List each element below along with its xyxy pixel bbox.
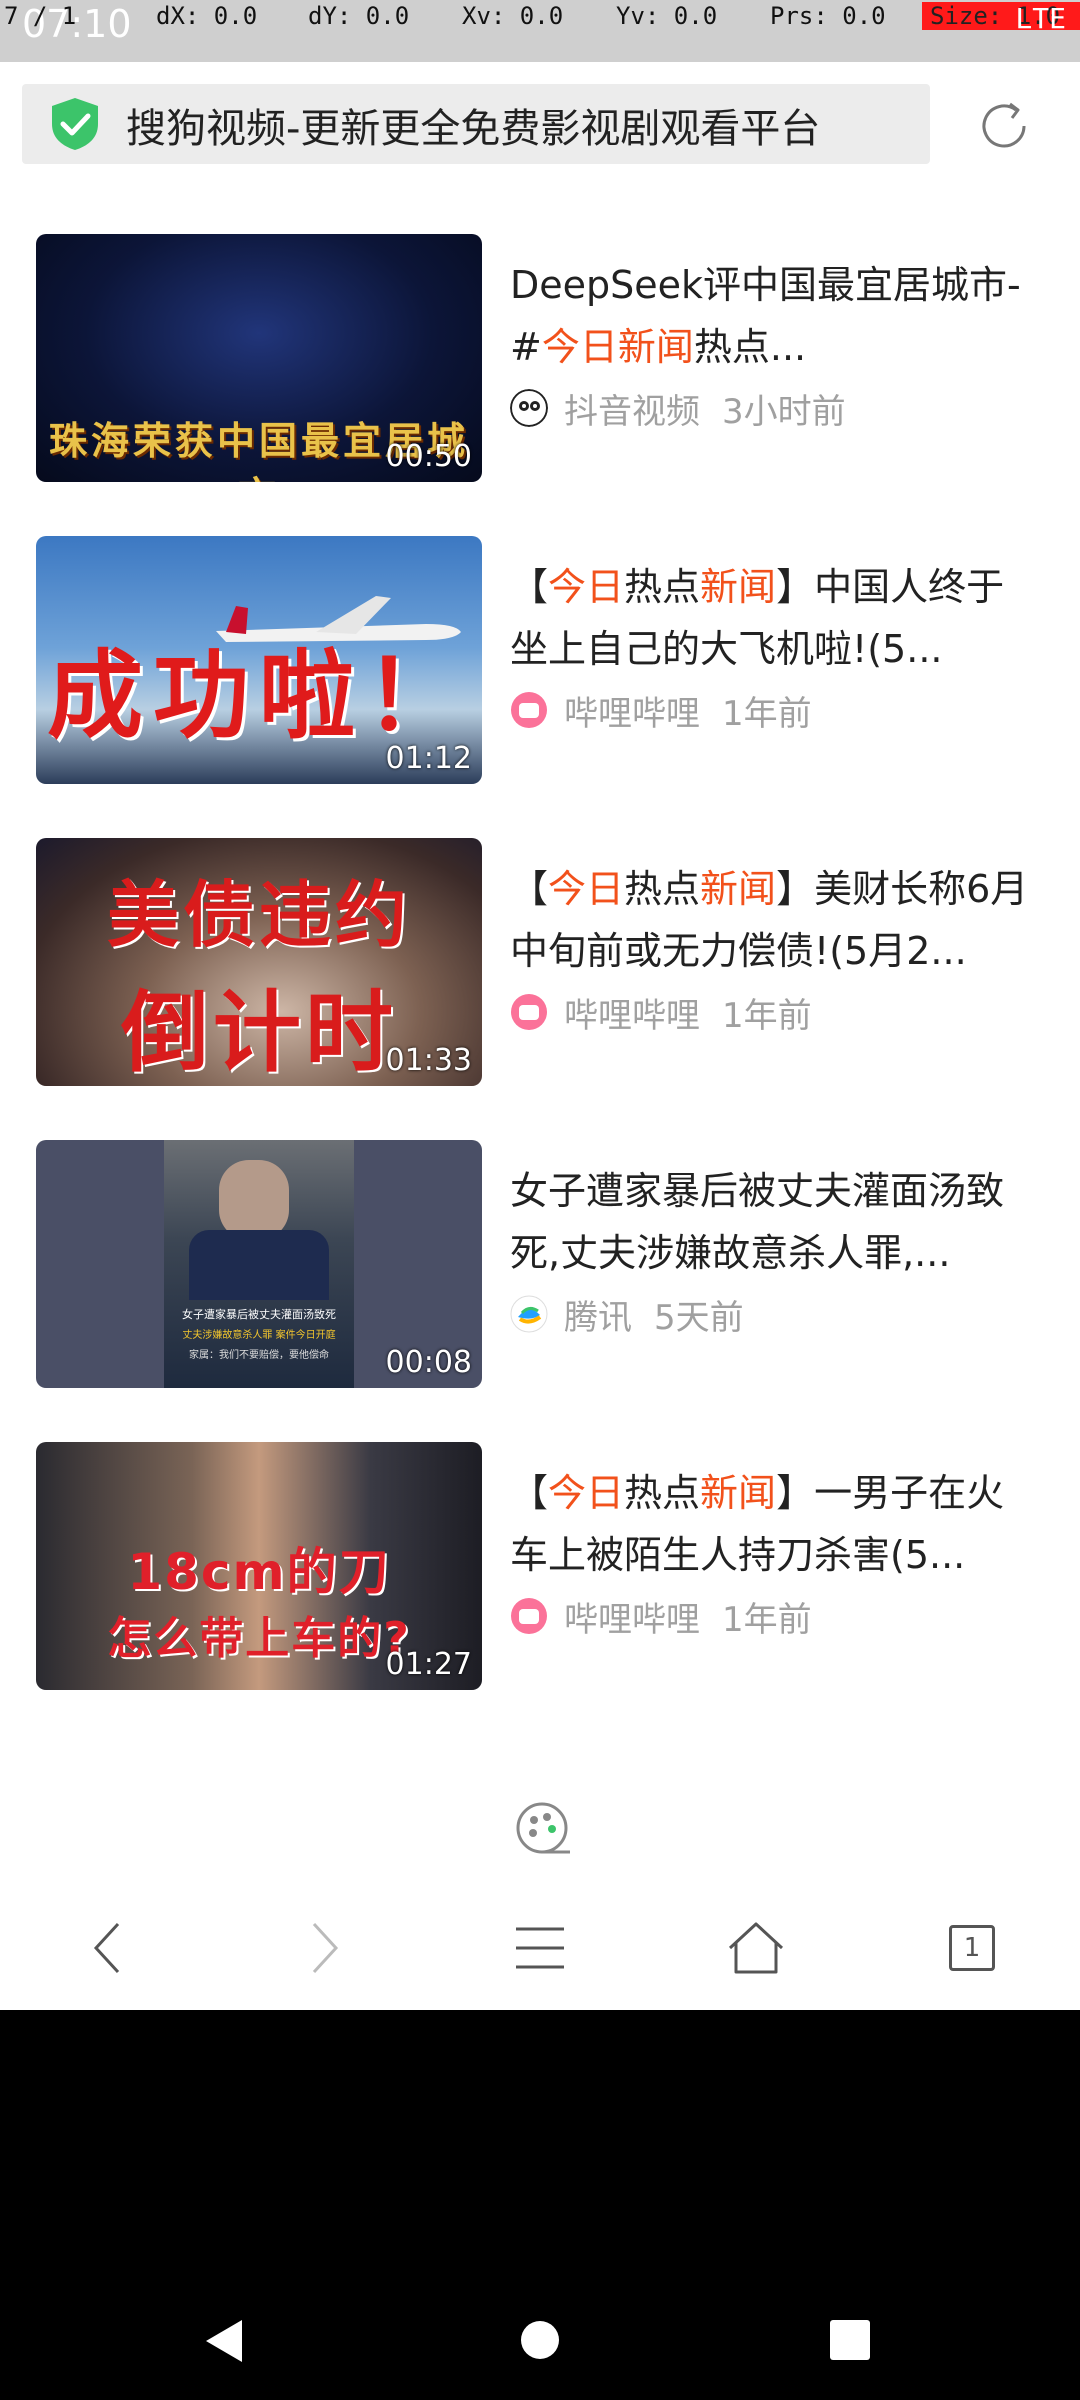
- forward-button[interactable]: [216, 1888, 432, 2008]
- video-info: 【今日热点新闻】中国人终于坐上自己的大飞机啦!(5... 哔哩哔哩 1年前: [510, 556, 1040, 734]
- title-text: 热点...: [693, 325, 807, 369]
- video-duration: 01:12: [385, 741, 472, 776]
- video-duration: 01:33: [385, 1043, 472, 1078]
- video-item[interactable]: 女子遭家暴后被丈夫灌面汤致死 丈夫涉嫌故意杀人罪 案件今日开庭 家属：我们不要赔…: [36, 1140, 1046, 1400]
- video-source: 哔哩哔哩: [564, 1599, 700, 1640]
- title-highlight: 新闻: [700, 867, 777, 911]
- douyin-source-icon: [510, 389, 548, 427]
- system-navigation-bar: [0, 2280, 1080, 2400]
- video-thumbnail[interactable]: 成功啦！ 01:12: [36, 536, 482, 784]
- video-thumbnail[interactable]: 珠海荣获中国最宜居城市 00:50: [36, 234, 482, 482]
- title-text: 热点: [624, 1471, 701, 1515]
- video-time: 1年前: [722, 995, 812, 1036]
- video-title[interactable]: 【今日热点新闻】中国人终于坐上自己的大飞机啦!(5...: [510, 556, 1040, 680]
- video-time: 1年前: [722, 1599, 812, 1640]
- thumbnail-caption-line1: 美债违约: [106, 873, 411, 957]
- title-highlight: 今日: [548, 1471, 625, 1515]
- browser-bottom-nav: 1: [0, 1888, 1080, 2008]
- hamburger-menu-icon: [516, 1927, 564, 1969]
- video-thumbnail[interactable]: 女子遭家暴后被丈夫灌面汤致死 丈夫涉嫌故意杀人罪 案件今日开庭 家属：我们不要赔…: [36, 1140, 482, 1388]
- back-button[interactable]: [0, 1888, 216, 2008]
- palette-icon[interactable]: [514, 1800, 570, 1856]
- bilibili-source-icon: [511, 994, 547, 1030]
- video-source: 抖音视频: [564, 391, 700, 432]
- tencent-source-icon: [510, 1295, 548, 1333]
- home-button[interactable]: [648, 1888, 864, 2008]
- video-item[interactable]: 成功啦！ 01:12 【今日热点新闻】中国人终于坐上自己的大飞机啦!(5... …: [36, 536, 1046, 796]
- title-text: 女子遭家暴后被丈夫灌面汤致死,丈夫涉嫌故意杀人罪,...: [510, 1169, 1005, 1275]
- video-duration: 00:50: [385, 439, 472, 474]
- tabs-button[interactable]: 1: [864, 1888, 1080, 2008]
- title-text: 【: [510, 565, 549, 609]
- pointer-location-overlay: 07:10 7 / 1 dX: 0.0 dY: 0.0 Xv: 0.0 Yv: …: [0, 0, 1080, 62]
- video-meta: 哔哩哔哩 1年前: [510, 688, 1040, 734]
- title-highlight: 今日: [548, 565, 625, 609]
- debug-xv: Xv: 0.0: [462, 2, 564, 30]
- title-text: 热点: [624, 565, 701, 609]
- debug-pointer: 7 / 1: [4, 2, 77, 30]
- video-time: 5天前: [654, 1297, 744, 1338]
- video-title[interactable]: DeepSeek评中国最宜居城市-#今日新闻热点...: [510, 254, 1040, 378]
- video-time: 3小时前: [722, 391, 846, 432]
- page-title: 搜狗视频-更新更全免费影视剧观看平台: [126, 106, 821, 152]
- thumbnail-caption-line1: 女子遭家暴后被丈夫灌面汤致死: [182, 1308, 336, 1321]
- bilibili-source-icon: [511, 1598, 547, 1634]
- video-source: 腾讯: [564, 1297, 632, 1338]
- system-recents-icon[interactable]: [830, 2320, 870, 2360]
- debug-yv: Yv: 0.0: [616, 2, 718, 30]
- network-indicator: LTE: [1015, 2, 1066, 35]
- screen: 07:10 7 / 1 dX: 0.0 dY: 0.0 Xv: 0.0 Yv: …: [0, 0, 1080, 2400]
- video-title[interactable]: 【今日热点新闻】一男子在火车上被陌生人持刀杀害(5...: [510, 1462, 1040, 1586]
- title-highlight: 今日新闻: [541, 325, 694, 369]
- thumbnail-caption-line3: 家属：我们不要赔偿，要他偿命: [189, 1350, 329, 1361]
- refresh-icon[interactable]: [974, 96, 1034, 156]
- video-thumbnail[interactable]: 18cm的刀 怎么带上车的? 01:27: [36, 1442, 482, 1690]
- tabs-count: 1: [949, 1925, 995, 1971]
- video-time: 1年前: [722, 693, 812, 734]
- video-title[interactable]: 【今日热点新闻】美财长称6月中旬前或无力偿债!(5月2...: [510, 858, 1040, 982]
- menu-button[interactable]: [432, 1888, 648, 2008]
- title-text: 热点: [624, 867, 701, 911]
- video-meta: 哔哩哔哩 1年前: [510, 1594, 1040, 1640]
- video-meta: 腾讯 5天前: [510, 1292, 1040, 1338]
- title-highlight: 新闻: [700, 1471, 777, 1515]
- video-item[interactable]: 美债违约 倒计时 01:33 【今日热点新闻】美财长称6月中旬前或无力偿债!(5…: [36, 838, 1046, 1098]
- video-title[interactable]: 女子遭家暴后被丈夫灌面汤致死,丈夫涉嫌故意杀人罪,...: [510, 1160, 1040, 1284]
- video-info: DeepSeek评中国最宜居城市-#今日新闻热点... 抖音视频 3小时前: [510, 254, 1040, 432]
- video-duration: 01:27: [385, 1647, 472, 1682]
- video-info: 【今日热点新闻】一男子在火车上被陌生人持刀杀害(5... 哔哩哔哩 1年前: [510, 1462, 1040, 1640]
- video-info: 女子遭家暴后被丈夫灌面汤致死,丈夫涉嫌故意杀人罪,... 腾讯 5天前: [510, 1160, 1040, 1338]
- address-bar[interactable]: 搜狗视频-更新更全免费影视剧观看平台: [22, 84, 930, 164]
- chevron-right-icon: [312, 1922, 339, 1974]
- thumbnail-caption: 成功啦！: [47, 640, 471, 752]
- video-source: 哔哩哔哩: [564, 693, 700, 734]
- debug-dy: dY: 0.0: [308, 2, 410, 30]
- video-thumbnail[interactable]: 美债违约 倒计时 01:33: [36, 838, 482, 1086]
- system-home-icon[interactable]: [520, 2320, 560, 2360]
- title-highlight: 新闻: [700, 565, 777, 609]
- video-duration: 00:08: [385, 1345, 472, 1380]
- bilibili-source-icon: [511, 692, 547, 728]
- thumbnail-caption-line1: 18cm的刀: [127, 1543, 391, 1601]
- debug-dx: dX: 0.0: [156, 2, 258, 30]
- video-meta: 抖音视频 3小时前: [510, 386, 1040, 432]
- video-info: 【今日热点新闻】美财长称6月中旬前或无力偿债!(5月2... 哔哩哔哩 1年前: [510, 858, 1040, 1036]
- title-highlight: 今日: [548, 867, 625, 911]
- thumbnail-video-frame: 女子遭家暴后被丈夫灌面汤致死 丈夫涉嫌故意杀人罪 案件今日开庭 家属：我们不要赔…: [164, 1140, 354, 1388]
- title-text: 【: [510, 867, 549, 911]
- video-item[interactable]: 18cm的刀 怎么带上车的? 01:27 【今日热点新闻】一男子在火车上被陌生人…: [36, 1442, 1046, 1702]
- title-text: 【: [510, 1471, 549, 1515]
- video-item[interactable]: 珠海荣获中国最宜居城市 00:50 DeepSeek评中国最宜居城市-#今日新闻…: [36, 234, 1046, 494]
- system-back-icon[interactable]: [202, 2318, 246, 2364]
- chevron-left-icon: [93, 1922, 120, 1974]
- thumbnail-caption-line2: 丈夫涉嫌故意杀人罪 案件今日开庭: [182, 1330, 336, 1341]
- browser-app: 07:10 7 / 1 dX: 0.0 dY: 0.0 Xv: 0.0 Yv: …: [0, 0, 1080, 2010]
- shield-check-icon: [52, 98, 98, 150]
- debug-prs: Prs: 0.0: [770, 2, 886, 30]
- video-meta: 哔哩哔哩 1年前: [510, 990, 1040, 1036]
- video-source: 哔哩哔哩: [564, 995, 700, 1036]
- home-icon: [728, 1922, 784, 1974]
